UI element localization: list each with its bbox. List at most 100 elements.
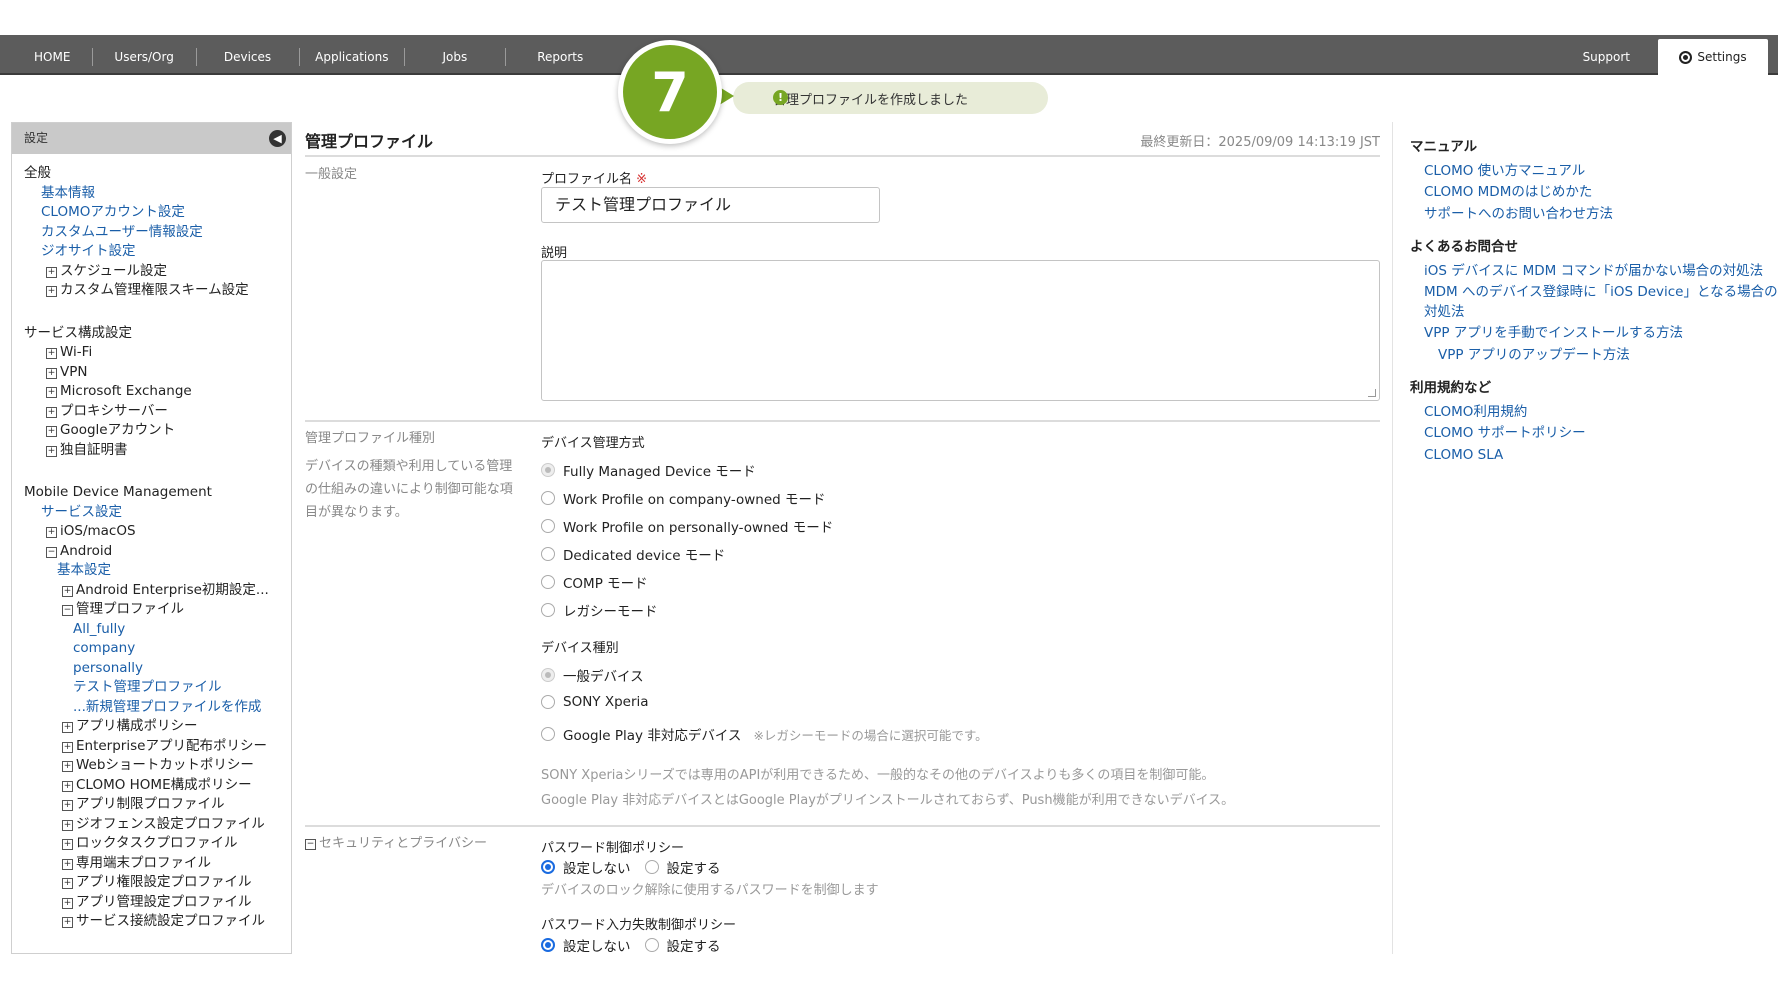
link-faq-vpp-install[interactable]: VPP アプリを手動でインストールする方法: [1410, 324, 1778, 344]
expand-icon[interactable]: +: [46, 527, 57, 538]
expand-icon[interactable]: +: [62, 917, 73, 928]
sidebar-item-proxy[interactable]: + プロキシサーバー: [24, 402, 291, 422]
expand-icon[interactable]: +: [46, 406, 57, 418]
sidebar-link-create-profile[interactable]: ...新規管理プロファイルを作成: [24, 698, 291, 718]
expand-icon[interactable]: +: [62, 585, 73, 597]
sidebar-item-ios-macos[interactable]: + iOS/macOS: [24, 522, 291, 542]
link-getting-started[interactable]: CLOMO MDMのはじめかた: [1410, 183, 1778, 203]
expand-icon[interactable]: +: [62, 741, 73, 753]
nav-applications[interactable]: Applications: [299, 35, 404, 73]
sidebar-link-service-settings[interactable]: サービス設定: [24, 503, 291, 523]
link-manual[interactable]: CLOMO 使い方マニュアル: [1410, 162, 1778, 182]
link-faq-mdm-command[interactable]: iOS デバイスに MDM コマンドが届かない場合の対処法: [1410, 262, 1778, 282]
sidebar-item-app-restriction[interactable]: + アプリ制限プロファイル: [24, 795, 291, 815]
nav-devices[interactable]: Devices: [195, 35, 299, 73]
collapse-icon[interactable]: −: [305, 839, 316, 850]
sidebar-item-wifi[interactable]: + Wi-Fi: [24, 343, 291, 363]
profile-name-input[interactable]: テスト管理プロファイル: [541, 187, 880, 223]
sidebar-link-profile-personally[interactable]: personally: [24, 659, 291, 679]
sidebar-link-basic-info[interactable]: 基本情報: [24, 184, 291, 204]
expand-icon[interactable]: +: [46, 367, 57, 379]
sidebar-item-app-config[interactable]: + アプリ構成ポリシー: [24, 717, 291, 737]
expand-icon[interactable]: +: [46, 266, 57, 278]
radio-comp[interactable]: COMP モード: [541, 572, 648, 592]
sidebar-link-profile-company[interactable]: company: [24, 639, 291, 659]
link-terms[interactable]: CLOMO利用規約: [1410, 403, 1778, 423]
nav-users-org[interactable]: Users/Org: [92, 35, 195, 73]
sidebar-link-profile-all-fully[interactable]: All_fully: [24, 620, 291, 640]
link-faq-vpp-update[interactable]: VPP アプリのアップデート方法: [1410, 346, 1778, 366]
radio-button[interactable]: [541, 491, 555, 505]
radio-dedicated[interactable]: Dedicated device モード: [541, 544, 725, 564]
sidebar-link-profile-test[interactable]: テスト管理プロファイル: [24, 678, 291, 698]
sidebar-item-enterprise-app[interactable]: + Enterpriseアプリ配布ポリシー: [24, 737, 291, 757]
sidebar-item-exchange[interactable]: + Microsoft Exchange: [24, 382, 291, 402]
nav-jobs[interactable]: Jobs: [404, 35, 505, 73]
sidebar-item-clomo-home[interactable]: + CLOMO HOME構成ポリシー: [24, 776, 291, 796]
expand-icon[interactable]: +: [46, 426, 57, 437]
radio-no-google-play[interactable]: Google Play 非対応デバイス ※レガシーモードの場合に選択可能です。: [541, 724, 988, 744]
sidebar-link-clomo-account[interactable]: CLOMOアカウント設定: [24, 203, 291, 223]
sidebar-link-custom-user[interactable]: カスタムユーザー情報設定: [24, 223, 291, 243]
radio-button[interactable]: [541, 575, 555, 589]
expand-icon[interactable]: +: [62, 800, 73, 811]
expand-icon[interactable]: +: [46, 387, 57, 398]
sidebar-item-lock-task[interactable]: + ロックタスクプロファイル: [24, 834, 291, 854]
sidebar-link-geosite[interactable]: ジオサイト設定: [24, 242, 291, 262]
sidebar-item-web-shortcut[interactable]: + Webショートカットポリシー: [24, 756, 291, 776]
expand-icon[interactable]: +: [62, 839, 73, 850]
type-help-line-1: デバイスの種類や利用している管理: [305, 459, 513, 474]
sidebar-item-app-permission[interactable]: + アプリ権限設定プロファイル: [24, 873, 291, 893]
expand-icon[interactable]: +: [62, 722, 73, 733]
expand-icon[interactable]: +: [62, 819, 73, 831]
sidebar-item-custom-permission[interactable]: + カスタム管理権限スキーム設定: [24, 281, 291, 301]
link-sla[interactable]: CLOMO SLA: [1410, 446, 1778, 466]
radio-work-profile-personal[interactable]: Work Profile on personally-owned モード: [541, 516, 833, 536]
radio-button[interactable]: [541, 695, 555, 709]
section-security-toggle[interactable]: − セキュリティとプライバシー: [305, 832, 487, 855]
sidebar-item-managed-profile[interactable]: − 管理プロファイル: [24, 600, 291, 620]
radio-work-profile-company[interactable]: Work Profile on company-owned モード: [541, 488, 825, 508]
radio-pw-fail-on[interactable]: [644, 938, 659, 952]
link-faq-ios-device[interactable]: MDM へのデバイス登録時に「iOS Device」となる場合の対処法: [1410, 283, 1778, 322]
link-support-contact[interactable]: サポートへのお問い合わせ方法: [1410, 205, 1778, 225]
expand-icon[interactable]: +: [46, 348, 57, 359]
sidebar-item-app-management[interactable]: + アプリ管理設定プロファイル: [24, 893, 291, 913]
sidebar-item-google-account[interactable]: + Googleアカウント: [24, 421, 291, 441]
radio-pw-policy-on[interactable]: [644, 860, 659, 874]
radio-button[interactable]: [541, 519, 555, 533]
expand-icon[interactable]: +: [46, 286, 57, 297]
link-support-policy[interactable]: CLOMO サポートポリシー: [1410, 424, 1778, 444]
collapse-icon[interactable]: −: [46, 546, 57, 558]
expand-icon[interactable]: +: [62, 858, 73, 870]
sidebar-item-android-enterprise[interactable]: + Android Enterprise初期設定...: [24, 581, 291, 601]
expand-icon[interactable]: +: [62, 780, 73, 792]
sidebar-item-geofence[interactable]: + ジオフェンス設定プロファイル: [24, 815, 291, 835]
nav-reports[interactable]: Reports: [505, 35, 615, 73]
expand-icon[interactable]: +: [62, 761, 73, 772]
radio-button[interactable]: [541, 603, 555, 617]
nav-settings-tab[interactable]: Settings: [1658, 39, 1768, 75]
sidebar-item-android[interactable]: − Android: [24, 542, 291, 562]
sidebar-item-certificate[interactable]: + 独自証明書: [24, 441, 291, 461]
nav-home[interactable]: HOME: [0, 35, 92, 73]
collapse-sidebar-icon[interactable]: ◀: [269, 130, 286, 147]
sidebar-item-dedicated[interactable]: + 専用端末プロファイル: [24, 854, 291, 874]
nav-support[interactable]: Support: [1583, 35, 1630, 79]
radio-pw-fail-off[interactable]: [541, 938, 555, 952]
sidebar-item-schedule[interactable]: + スケジュール設定: [24, 262, 291, 282]
expand-icon[interactable]: +: [62, 897, 73, 909]
sidebar-item-service-connection[interactable]: + サービス接続設定プロファイル: [24, 912, 291, 932]
description-textarea[interactable]: [541, 260, 1380, 401]
expand-icon[interactable]: +: [46, 445, 57, 457]
radio-pw-policy-off[interactable]: [541, 860, 555, 874]
radio-button[interactable]: [541, 727, 555, 741]
radio-legacy[interactable]: レガシーモード: [541, 600, 658, 620]
radio-button[interactable]: [541, 547, 555, 561]
collapse-icon[interactable]: −: [62, 605, 73, 616]
sidebar-item-vpn[interactable]: + VPN: [24, 363, 291, 383]
radio-sony-xperia[interactable]: SONY Xperia: [541, 694, 649, 710]
sidebar-link-android-basic[interactable]: 基本設定: [24, 561, 291, 581]
step-badge: 7: [618, 40, 722, 144]
expand-icon[interactable]: +: [62, 878, 73, 889]
